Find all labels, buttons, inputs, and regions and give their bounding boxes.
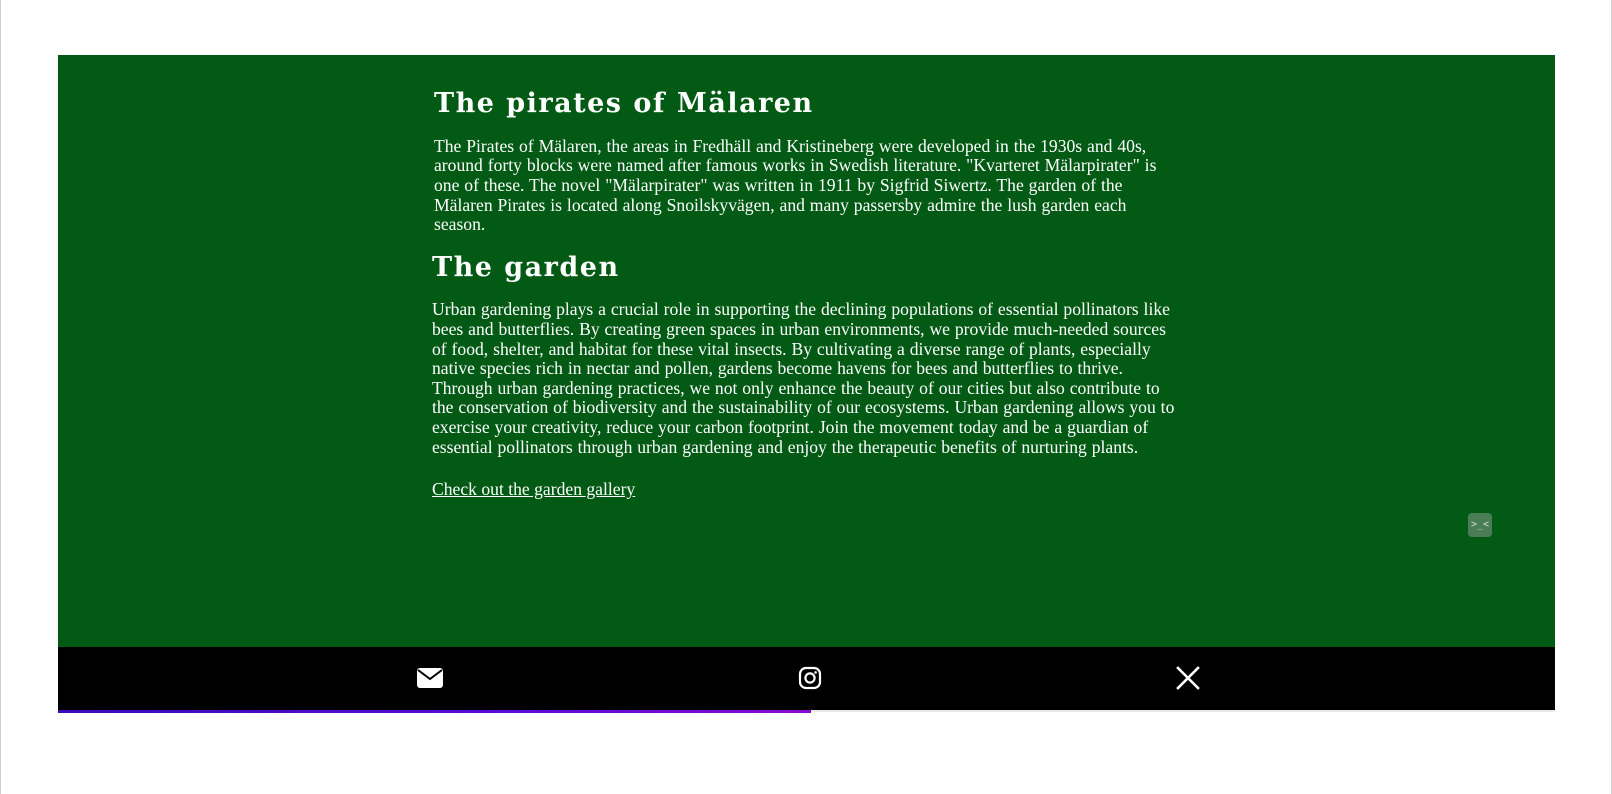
garden-heading: The garden: [432, 251, 620, 283]
pirates-paragraph: The Pirates of Mälaren, the areas in Fre…: [434, 135, 1157, 235]
footer-accent-line: [58, 710, 811, 713]
garden-section: The garden Urban gardening plays a cruci…: [432, 251, 1180, 501]
garden-paragraph: Urban gardening plays a crucial role in …: [432, 299, 1175, 457]
garden-gallery-link[interactable]: Check out the garden gallery: [432, 479, 635, 500]
mail-icon-svg: [417, 668, 443, 688]
devtools-badge[interactable]: >_<: [1468, 513, 1492, 537]
content-column: The pirates of Mälaren The Pirates of Mä…: [432, 87, 1192, 500]
footer-divider: [811, 710, 1555, 712]
mail-icon[interactable]: [415, 663, 445, 693]
x-logo-icon-svg: [1176, 666, 1200, 690]
main-panel: The pirates of Mälaren The Pirates of Mä…: [58, 55, 1555, 647]
x-logo-icon[interactable]: [1173, 663, 1203, 693]
instagram-icon-svg: [798, 666, 822, 690]
instagram-icon[interactable]: [795, 663, 825, 693]
pirates-section: The pirates of Mälaren The Pirates of Mä…: [432, 87, 1164, 235]
pirates-heading: The pirates of Mälaren: [434, 88, 814, 119]
